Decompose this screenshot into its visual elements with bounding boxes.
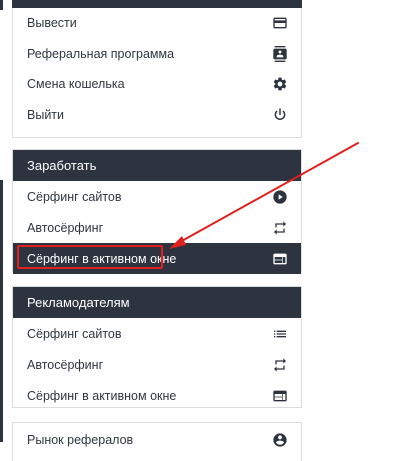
menu-item-label: Реферальная программа [27,46,175,61]
menu-item-withdraw[interactable]: Вывести [13,8,301,39]
menu-item-adv-active-window[interactable]: Сёрфинг в активном окне [13,380,301,411]
menu-item-referral[interactable]: Реферальная программа [13,39,301,70]
referral-market-menu: Рынок рефералов [12,422,302,461]
web-window-icon [272,251,288,267]
menu-item-change-wallet[interactable]: Смена кошелька [13,69,301,100]
left-edge-bar [0,180,3,442]
list-icon [272,326,288,342]
menu-item-adv-surfing[interactable]: Сёрфинг сайтов [13,318,301,349]
play-circle-icon [272,189,288,205]
left-edge-top [0,0,3,10]
account-menu: Вывести Реферальная программа Смена коше… [12,8,302,138]
advertisers-menu: Рекламодателям Сёрфинг сайтов Автосёрфин… [12,286,302,408]
earn-menu: Заработать Сёрфинг сайтов Автосёрфинг Сё… [12,149,302,274]
menu-item-label: Автосёрфинг [27,220,104,235]
power-icon [272,107,288,123]
menu-item-label: Выйти [27,107,65,122]
menu-item-label: Автосёрфинг [27,357,104,372]
panel-top-bar [12,0,302,8]
menu-item-label: Сёрфинг в активном окне [27,388,177,403]
credit-card-icon [272,15,288,31]
repeat-icon [272,220,288,236]
menu-item-earn-surfing[interactable]: Сёрфинг сайтов [13,181,301,212]
menu-item-label: Рынок рефералов [27,432,134,447]
gear-icon [272,76,288,92]
account-circle-icon [272,432,288,448]
menu-item-label: Вывести [27,16,77,31]
menu-item-referral-market[interactable]: Рынок рефералов [13,424,301,455]
earn-header: Заработать [13,150,301,181]
advertisers-header: Рекламодателям [13,287,301,318]
menu-item-adv-autosurfing[interactable]: Автосёрфинг [13,349,301,380]
menu-item-earn-active-window[interactable]: Сёрфинг в активном окне [13,243,301,274]
web-window-icon [272,388,288,404]
menu-item-label: Сёрфинг сайтов [27,189,122,204]
menu-item-earn-autosurfing[interactable]: Автосёрфинг [13,212,301,243]
menu-item-label: Смена кошелька [27,77,125,92]
menu-item-label: Сёрфинг в активном окне [27,251,177,266]
menu-item-label: Сёрфинг сайтов [27,326,122,341]
contact-book-icon [272,45,288,62]
repeat-icon [272,357,288,373]
menu-item-logout[interactable]: Выйти [13,100,301,131]
